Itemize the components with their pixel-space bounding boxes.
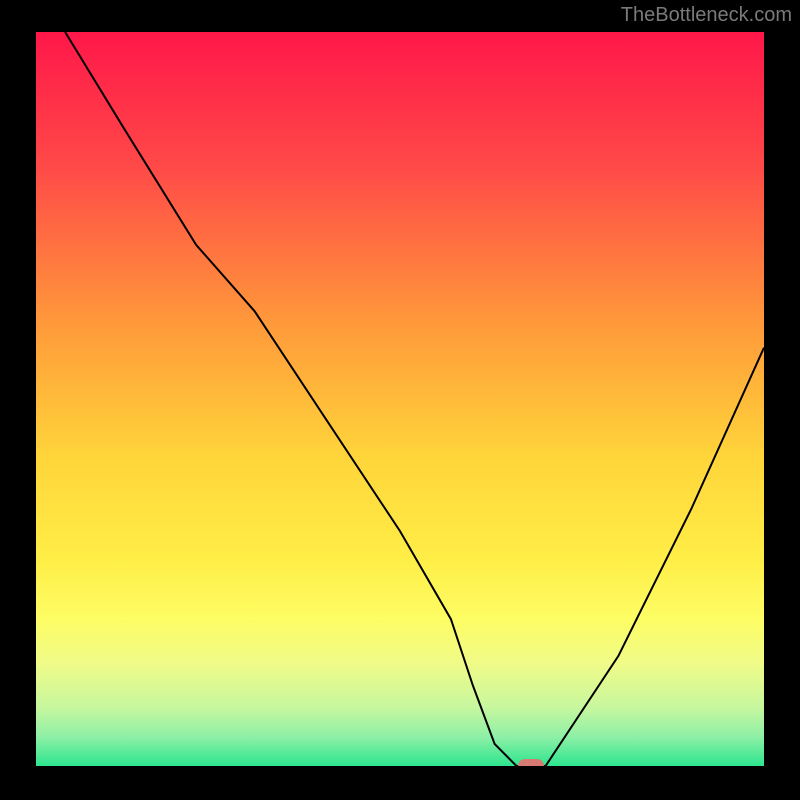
chart-curve: [36, 32, 764, 766]
chart-plot-area: [36, 32, 764, 766]
chart-marker: [518, 759, 544, 766]
watermark-text: TheBottleneck.com: [621, 4, 792, 27]
